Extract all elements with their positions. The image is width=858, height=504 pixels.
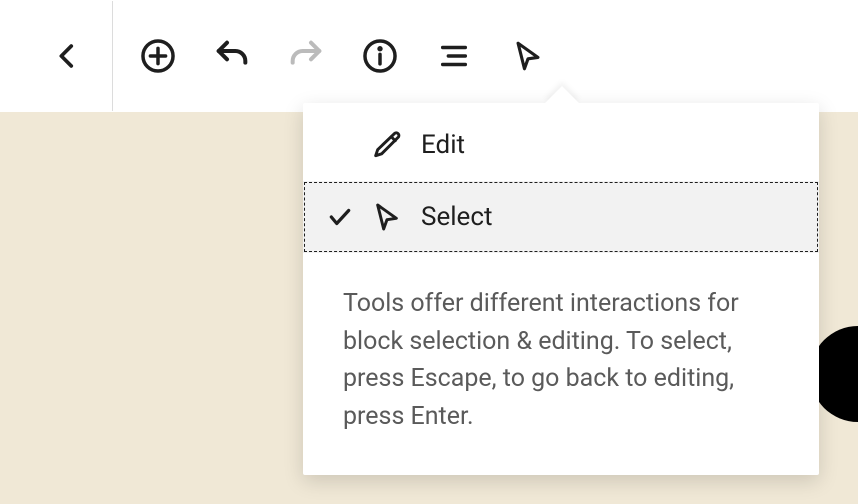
- chevron-left-icon: [50, 39, 84, 73]
- list-icon: [437, 39, 471, 73]
- tools-button[interactable]: [491, 19, 565, 93]
- undo-button[interactable]: [195, 19, 269, 93]
- menu-item-label: Select: [421, 202, 492, 232]
- info-icon: [361, 37, 399, 75]
- info-button[interactable]: [343, 19, 417, 93]
- editor-toolbar: [0, 0, 858, 112]
- redo-button[interactable]: [269, 19, 343, 93]
- menu-item-label: Edit: [421, 130, 465, 160]
- cursor-icon: [511, 39, 545, 73]
- pencil-icon: [371, 129, 421, 161]
- toolbar-separator: [112, 1, 113, 111]
- dropdown-description: Tools offer different interactions for b…: [303, 253, 819, 475]
- list-view-button[interactable]: [417, 19, 491, 93]
- menu-item-select[interactable]: Select: [303, 181, 819, 253]
- redo-icon: [286, 36, 326, 76]
- check-icon: [327, 204, 371, 230]
- cursor-icon: [371, 201, 421, 233]
- undo-icon: [212, 36, 252, 76]
- back-button[interactable]: [30, 19, 104, 93]
- add-block-button[interactable]: [121, 19, 195, 93]
- tools-dropdown: Edit Select Tools offer different intera…: [303, 103, 819, 475]
- plus-circle-icon: [139, 37, 177, 75]
